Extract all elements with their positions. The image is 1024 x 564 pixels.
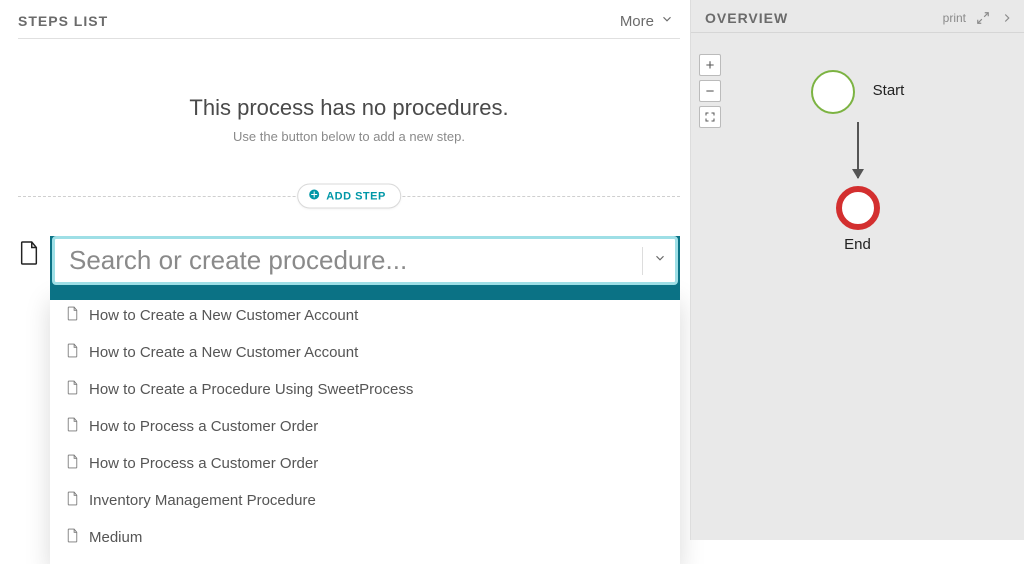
procedure-option[interactable]: How to Create a Procedure Using SweetPro… xyxy=(50,371,680,408)
page-icon xyxy=(66,528,79,547)
end-node[interactable] xyxy=(836,186,880,230)
overview-actions: print xyxy=(943,11,1014,25)
steps-title: STEPS LIST xyxy=(18,13,108,29)
procedure-option[interactable]: Medium xyxy=(50,519,680,556)
add-step-button[interactable]: ADD STEP xyxy=(297,184,401,209)
expand-icon[interactable] xyxy=(976,11,990,25)
end-label: End xyxy=(844,236,871,253)
steps-header: STEPS LIST More xyxy=(18,10,680,39)
procedure-option-label: Inventory Management Procedure xyxy=(89,492,316,509)
overview-title: OVERVIEW xyxy=(705,10,788,26)
dropdown-toggle[interactable] xyxy=(653,251,667,270)
app-root: STEPS LIST More This process has no proc… xyxy=(0,0,1024,540)
page-icon xyxy=(66,380,79,399)
procedure-option[interactable]: How to Create a New Customer Account xyxy=(50,297,680,334)
procedure-option-label: How to Create a Procedure Using SweetPro… xyxy=(89,381,413,398)
start-node-row: Start xyxy=(811,70,905,114)
page-icon xyxy=(66,306,79,325)
page-icon xyxy=(66,491,79,510)
search-box xyxy=(52,236,678,285)
start-label: Start xyxy=(873,82,905,99)
procedure-card: How to Create a New Customer Account How… xyxy=(50,236,680,564)
page-icon xyxy=(66,343,79,362)
print-button[interactable]: print xyxy=(943,11,966,25)
page-icon xyxy=(66,417,79,436)
flow-diagram: Start End xyxy=(691,70,1024,253)
procedure-option-label: How to Create a New Customer Account xyxy=(89,307,358,324)
divider-vertical xyxy=(642,247,643,275)
procedure-option[interactable]: How to Process a Customer Order xyxy=(50,445,680,482)
chevron-right-icon[interactable] xyxy=(1000,11,1014,25)
step-area: How to Create a New Customer Account How… xyxy=(18,236,680,564)
procedure-option-label: Medium xyxy=(89,529,142,546)
steps-panel: STEPS LIST More This process has no proc… xyxy=(0,0,690,540)
more-label: More xyxy=(620,13,654,30)
overview-header: OVERVIEW print xyxy=(691,0,1024,33)
procedure-option[interactable]: How to Create a New Customer Account xyxy=(50,334,680,371)
start-node[interactable] xyxy=(811,70,855,114)
chevron-down-icon xyxy=(660,12,674,30)
add-step-row: ADD STEP xyxy=(18,182,680,210)
more-menu[interactable]: More xyxy=(620,12,674,30)
procedure-option-label: How to Create a New Customer Account xyxy=(89,344,358,361)
page-icon xyxy=(66,454,79,473)
overview-panel: OVERVIEW print + − xyxy=(690,0,1024,540)
procedure-option[interactable]: How to Process a Customer Order xyxy=(50,408,680,445)
empty-state: This process has no procedures. Use the … xyxy=(18,95,680,144)
procedure-option-label: How to Process a Customer Order xyxy=(89,455,318,472)
procedure-dropdown: How to Create a New Customer Account How… xyxy=(50,291,680,564)
empty-title: This process has no procedures. xyxy=(18,95,680,121)
add-step-label: ADD STEP xyxy=(326,190,386,202)
document-icon xyxy=(18,236,50,271)
arrow-down-icon xyxy=(857,122,859,178)
procedure-option[interactable]: Inventory Management Procedure xyxy=(50,482,680,519)
plus-circle-icon xyxy=(308,189,320,204)
procedure-option-label: How to Process a Customer Order xyxy=(89,418,318,435)
procedure-search-input[interactable] xyxy=(69,245,632,276)
empty-subtitle: Use the button below to add a new step. xyxy=(18,129,680,144)
